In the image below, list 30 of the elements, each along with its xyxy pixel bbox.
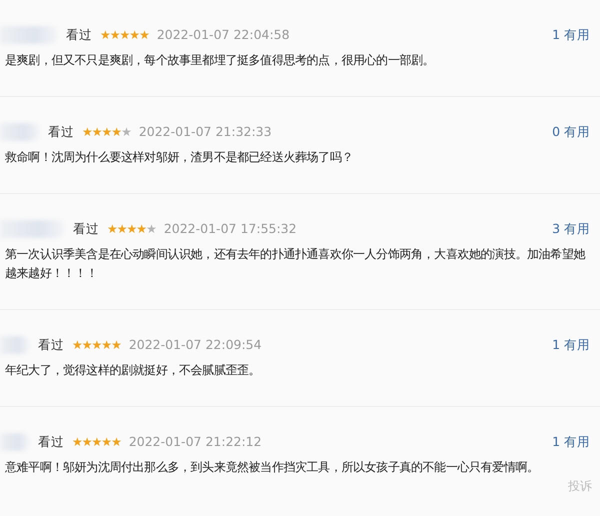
helpful-vote-link[interactable]: 3 有用 <box>552 220 590 238</box>
helpful-vote-link[interactable]: 1 有用 <box>552 432 590 452</box>
helpful-vote-link[interactable]: 0 有用 <box>552 122 590 142</box>
review-time: 2022-01-07 22:04:58 <box>156 26 290 44</box>
redacted-avatar <box>0 433 30 451</box>
review-text: 是爽剧，但又不只是爽剧，每个故事里都埋了挺多值得思考的点，很用心的一部剧。 <box>4 52 436 69</box>
redacted-avatar <box>0 220 65 238</box>
review-text: 第一次认识季美含是在心动瞬间认识她，还有去年的扑通扑通喜欢你一人分饰两角，大喜欢她的演技。加油希望她越来越好！！！！ <box>4 246 586 282</box>
redacted-avatar <box>0 123 40 141</box>
review-time: 2022-01-07 17:55:32 <box>164 220 297 238</box>
watch-status: 看过 <box>66 26 92 44</box>
helpful-vote-link[interactable]: 1 有用 <box>552 336 590 354</box>
redacted-avatar <box>0 26 58 44</box>
review-text: 意难平啊！邬妍为沈周付出那么多，到头来竟然被当作挡灾工具，所以女孩子真的不能一心只有爱情啊。 <box>4 459 540 476</box>
watch-status: 看过 <box>48 122 74 141</box>
star-rating: ★★★★★ <box>72 434 121 451</box>
star-rating: ★★★★★ <box>107 221 156 238</box>
redacted-avatar <box>0 336 30 354</box>
watch-status: 看过 <box>38 432 64 451</box>
watch-status: 看过 <box>38 336 64 354</box>
helpful-vote-link[interactable]: 1 有用 <box>552 26 590 44</box>
star-rating: ★★★★★ <box>72 337 121 354</box>
review-text: 救命啊！沈周为什么要这样对邬妍，渣男不是都已经送火葬场了吗？ <box>4 149 354 166</box>
review-time: 2022-01-07 21:22:12 <box>128 432 262 451</box>
star-rating: ★★★★★ <box>100 27 149 44</box>
review-time: 2022-01-07 22:09:54 <box>128 336 262 354</box>
review-time: 2022-01-07 21:32:33 <box>138 122 272 141</box>
watch-status: 看过 <box>73 220 99 238</box>
review-text: 年纪大了，觉得这样的剧就挺好，不会腻腻歪歪。 <box>4 362 262 379</box>
star-rating: ★★★★★ <box>82 124 131 141</box>
